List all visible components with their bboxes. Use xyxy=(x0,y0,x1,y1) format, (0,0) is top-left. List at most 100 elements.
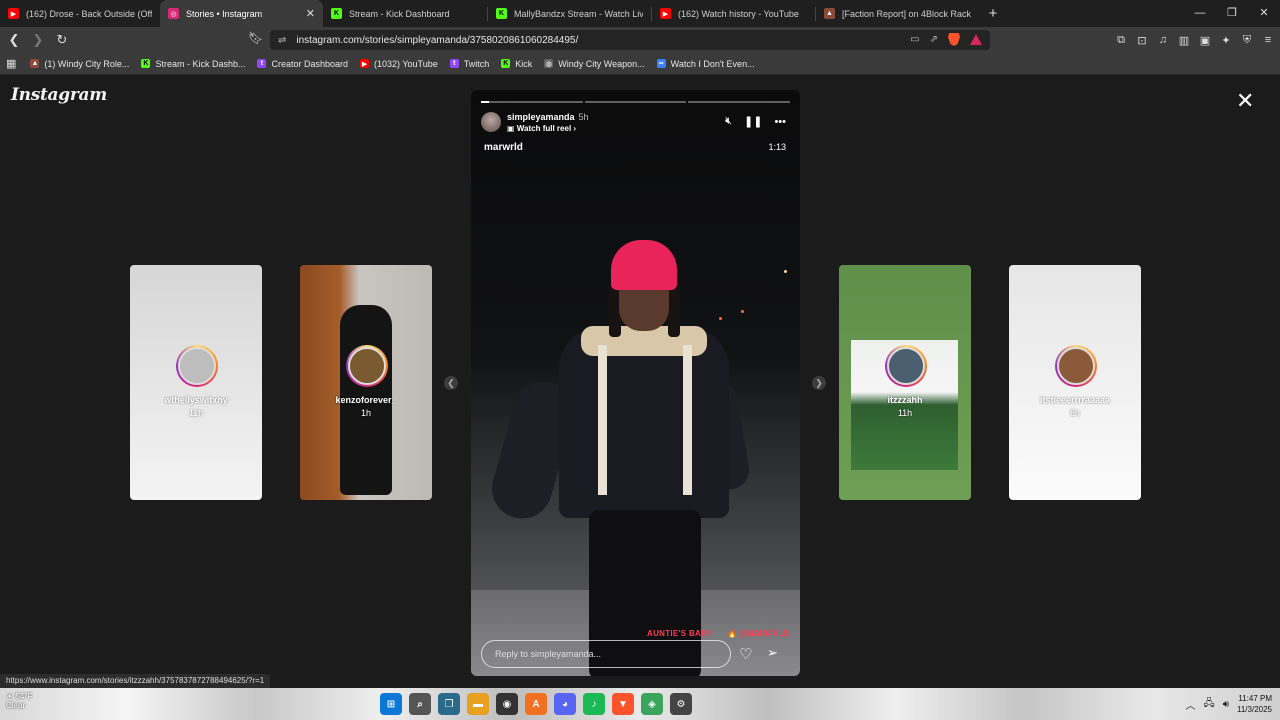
send-icon[interactable]: ➢ xyxy=(767,645,778,661)
tab-kick-mallybandzx[interactable]: K MallyBandzx Stream - Watch Live on xyxy=(488,0,651,27)
reload-icon[interactable]: ↻ xyxy=(52,32,72,48)
brave-shields-icon[interactable] xyxy=(948,33,960,46)
chevron-up-icon[interactable]: ︿ xyxy=(1186,697,1196,712)
sidebar-icon[interactable]: ▥ xyxy=(1178,34,1190,47)
link-icon: ∞ xyxy=(656,59,666,68)
watch-full-reel-link[interactable]: ▣ Watch full reel › xyxy=(507,124,576,133)
bookmark-item[interactable]: ∞ Watch I Don't Even... xyxy=(656,59,755,69)
tab-title: Stream - Kick Dashboard xyxy=(349,8,450,19)
music-label[interactable]: marwrld xyxy=(484,142,523,153)
tab-youtube-drose[interactable]: ▶ (162) Drose - Back Outside (Official M xyxy=(0,0,160,27)
more-options-icon[interactable]: ••• xyxy=(774,116,786,128)
file-explorer-icon[interactable]: ▬ xyxy=(467,693,489,715)
like-heart-icon[interactable]: ♡ xyxy=(739,645,752,663)
active-story[interactable]: simpleyamanda 5h ▣ Watch full reel › 🔇︎ ❚… xyxy=(471,90,800,676)
menu-icon[interactable]: ≡ xyxy=(1262,34,1274,46)
url-text[interactable]: instagram.com/stories/simpleyamanda/3758… xyxy=(296,35,578,46)
tab-faction-report[interactable]: ▲ [Faction Report] on 4Block Rack City xyxy=(816,0,981,27)
story-preview-kenzoforever[interactable]: kenzoforever_ 1h xyxy=(300,265,432,500)
story-caption: AUNTIE'S BABY xyxy=(647,629,713,638)
pause-icon[interactable]: ❚❚ xyxy=(744,115,762,128)
clock[interactable]: 11:47 PM 11/3/2025 xyxy=(1237,693,1272,715)
discord-icon[interactable]: ◕ xyxy=(554,693,576,715)
reply-input[interactable] xyxy=(481,640,731,668)
close-tab-icon[interactable]: ✕ xyxy=(306,7,315,20)
steam-icon[interactable]: ⚙ xyxy=(670,693,692,715)
story-preview-itstieeerrrraaaaa[interactable]: itstieeerrrraaaaa 8h xyxy=(1009,265,1141,500)
progress-segment xyxy=(481,101,583,103)
youtube-icon: ▶ xyxy=(360,59,370,68)
leo-ai-icon[interactable]: ✦ xyxy=(1220,34,1232,47)
app-icon[interactable]: A xyxy=(525,693,547,715)
brave-browser-icon[interactable]: ▼ xyxy=(612,693,634,715)
story-age: 11h xyxy=(188,408,204,418)
share-icon[interactable]: ⇗ xyxy=(930,34,938,45)
bookmark-item[interactable]: K Stream - Kick Dashb... xyxy=(141,59,245,69)
weather-widget[interactable]: ☀ 54°F Clear xyxy=(6,692,50,710)
story-author[interactable]: simpleyamanda 5h xyxy=(507,112,589,122)
apps-grid-icon[interactable]: ▦ xyxy=(6,57,16,70)
address-bar[interactable]: ⇌ instagram.com/stories/simpleyamanda/37… xyxy=(270,30,990,50)
forum-icon: ▲ xyxy=(30,59,40,68)
next-story-arrow[interactable]: ❯ xyxy=(812,376,826,390)
volume-icon[interactable]: 🔊︎ xyxy=(1223,699,1229,710)
story-avatar-ring xyxy=(176,345,218,387)
tab-kick-dashboard[interactable]: K Stream - Kick Dashboard xyxy=(323,0,487,27)
close-window-icon[interactable]: ✕ xyxy=(1248,0,1280,27)
cast-icon[interactable]: ▭ xyxy=(910,34,919,45)
twitch-icon: t xyxy=(449,59,459,68)
new-tab-button[interactable]: + xyxy=(981,5,1005,22)
story-preview-itzzzahh[interactable]: itzzzahh 11h xyxy=(839,265,971,500)
start-icon[interactable]: ⊞ xyxy=(380,693,402,715)
close-stories-icon[interactable]: ✕ xyxy=(1236,90,1254,112)
bookmark-item[interactable]: K Kick xyxy=(501,59,532,69)
bookmark-label: Creator Dashboard xyxy=(271,58,349,69)
spotify-icon[interactable]: ♪ xyxy=(583,693,605,715)
bookmark-item[interactable]: t Twitch xyxy=(449,59,489,69)
instagram-logo[interactable]: Instagram xyxy=(11,85,107,105)
forward-icon[interactable]: ❯ xyxy=(28,32,48,48)
story-progress xyxy=(481,101,791,103)
network-icon[interactable]: 🖧︎ xyxy=(1204,696,1215,713)
bookmark-item[interactable]: t Creator Dashboard xyxy=(257,59,348,69)
bookmark-item[interactable]: ▲ (1) Windy City Role... xyxy=(30,59,129,69)
globe-icon: ◍ xyxy=(544,59,554,68)
bookmark-label: (1032) YouTube xyxy=(374,58,438,69)
story-username[interactable]: simpleyamanda xyxy=(507,112,575,122)
bookmark-item[interactable]: ▶ (1032) YouTube xyxy=(360,59,438,69)
avatar xyxy=(887,347,925,385)
site-info-icon[interactable]: ⇌ xyxy=(278,35,286,46)
vpn-icon[interactable]: ⛨ xyxy=(1241,34,1253,47)
wallet-icon[interactable]: ▣ xyxy=(1199,34,1211,47)
tab-instagram-stories[interactable]: ◎ Stories • Instagram ✕ xyxy=(160,0,323,27)
muted-speaker-icon[interactable]: 🔇︎ xyxy=(725,115,732,128)
brave-rewards-icon[interactable] xyxy=(970,34,982,45)
tab-title: (162) Watch history - YouTube xyxy=(678,8,799,19)
story-preview-wthellyswitxhy[interactable]: wthellyswitxhy 11h xyxy=(130,265,262,500)
tab-youtube-history[interactable]: ▶ (162) Watch history - YouTube xyxy=(652,0,815,27)
bookmarks-bar: ▦ ▲ (1) Windy City Role... K Stream - Ki… xyxy=(0,53,1280,75)
media-icon[interactable]: ♫ xyxy=(1157,34,1169,46)
restore-icon[interactable]: ❐ xyxy=(1216,0,1248,27)
default-avatar-icon xyxy=(178,347,216,385)
story-author-avatar[interactable] xyxy=(481,112,501,132)
watch-full-reel-label: Watch full reel xyxy=(516,124,572,133)
bookmark-icon[interactable]: 🔖︎ xyxy=(248,31,263,45)
back-icon[interactable]: ❮ xyxy=(4,32,24,48)
story-mention[interactable]: 🔥 @MARWRLD xyxy=(727,629,789,638)
link-status-bar: https://www.instagram.com/stories/itzzza… xyxy=(0,674,271,688)
light-dot xyxy=(719,317,722,320)
search-icon[interactable]: ⌕ xyxy=(409,693,431,715)
twitch-icon: t xyxy=(257,59,267,68)
bookmark-item[interactable]: ◍ Windy City Weapon... xyxy=(544,59,645,69)
youtube-icon: ▶ xyxy=(660,8,671,19)
app-icon[interactable]: ◈ xyxy=(641,693,663,715)
story-duration: 1:13 xyxy=(768,142,786,152)
minimize-icon[interactable]: — xyxy=(1184,0,1216,27)
progress-fill xyxy=(481,101,490,103)
screenshot-icon[interactable]: ⊡ xyxy=(1136,34,1148,47)
github-icon[interactable]: ◉ xyxy=(496,693,518,715)
extensions-icon[interactable]: ⧉ xyxy=(1115,34,1127,47)
previous-story-arrow[interactable]: ❮ xyxy=(444,376,458,390)
task-view-icon[interactable]: ❐ xyxy=(438,693,460,715)
